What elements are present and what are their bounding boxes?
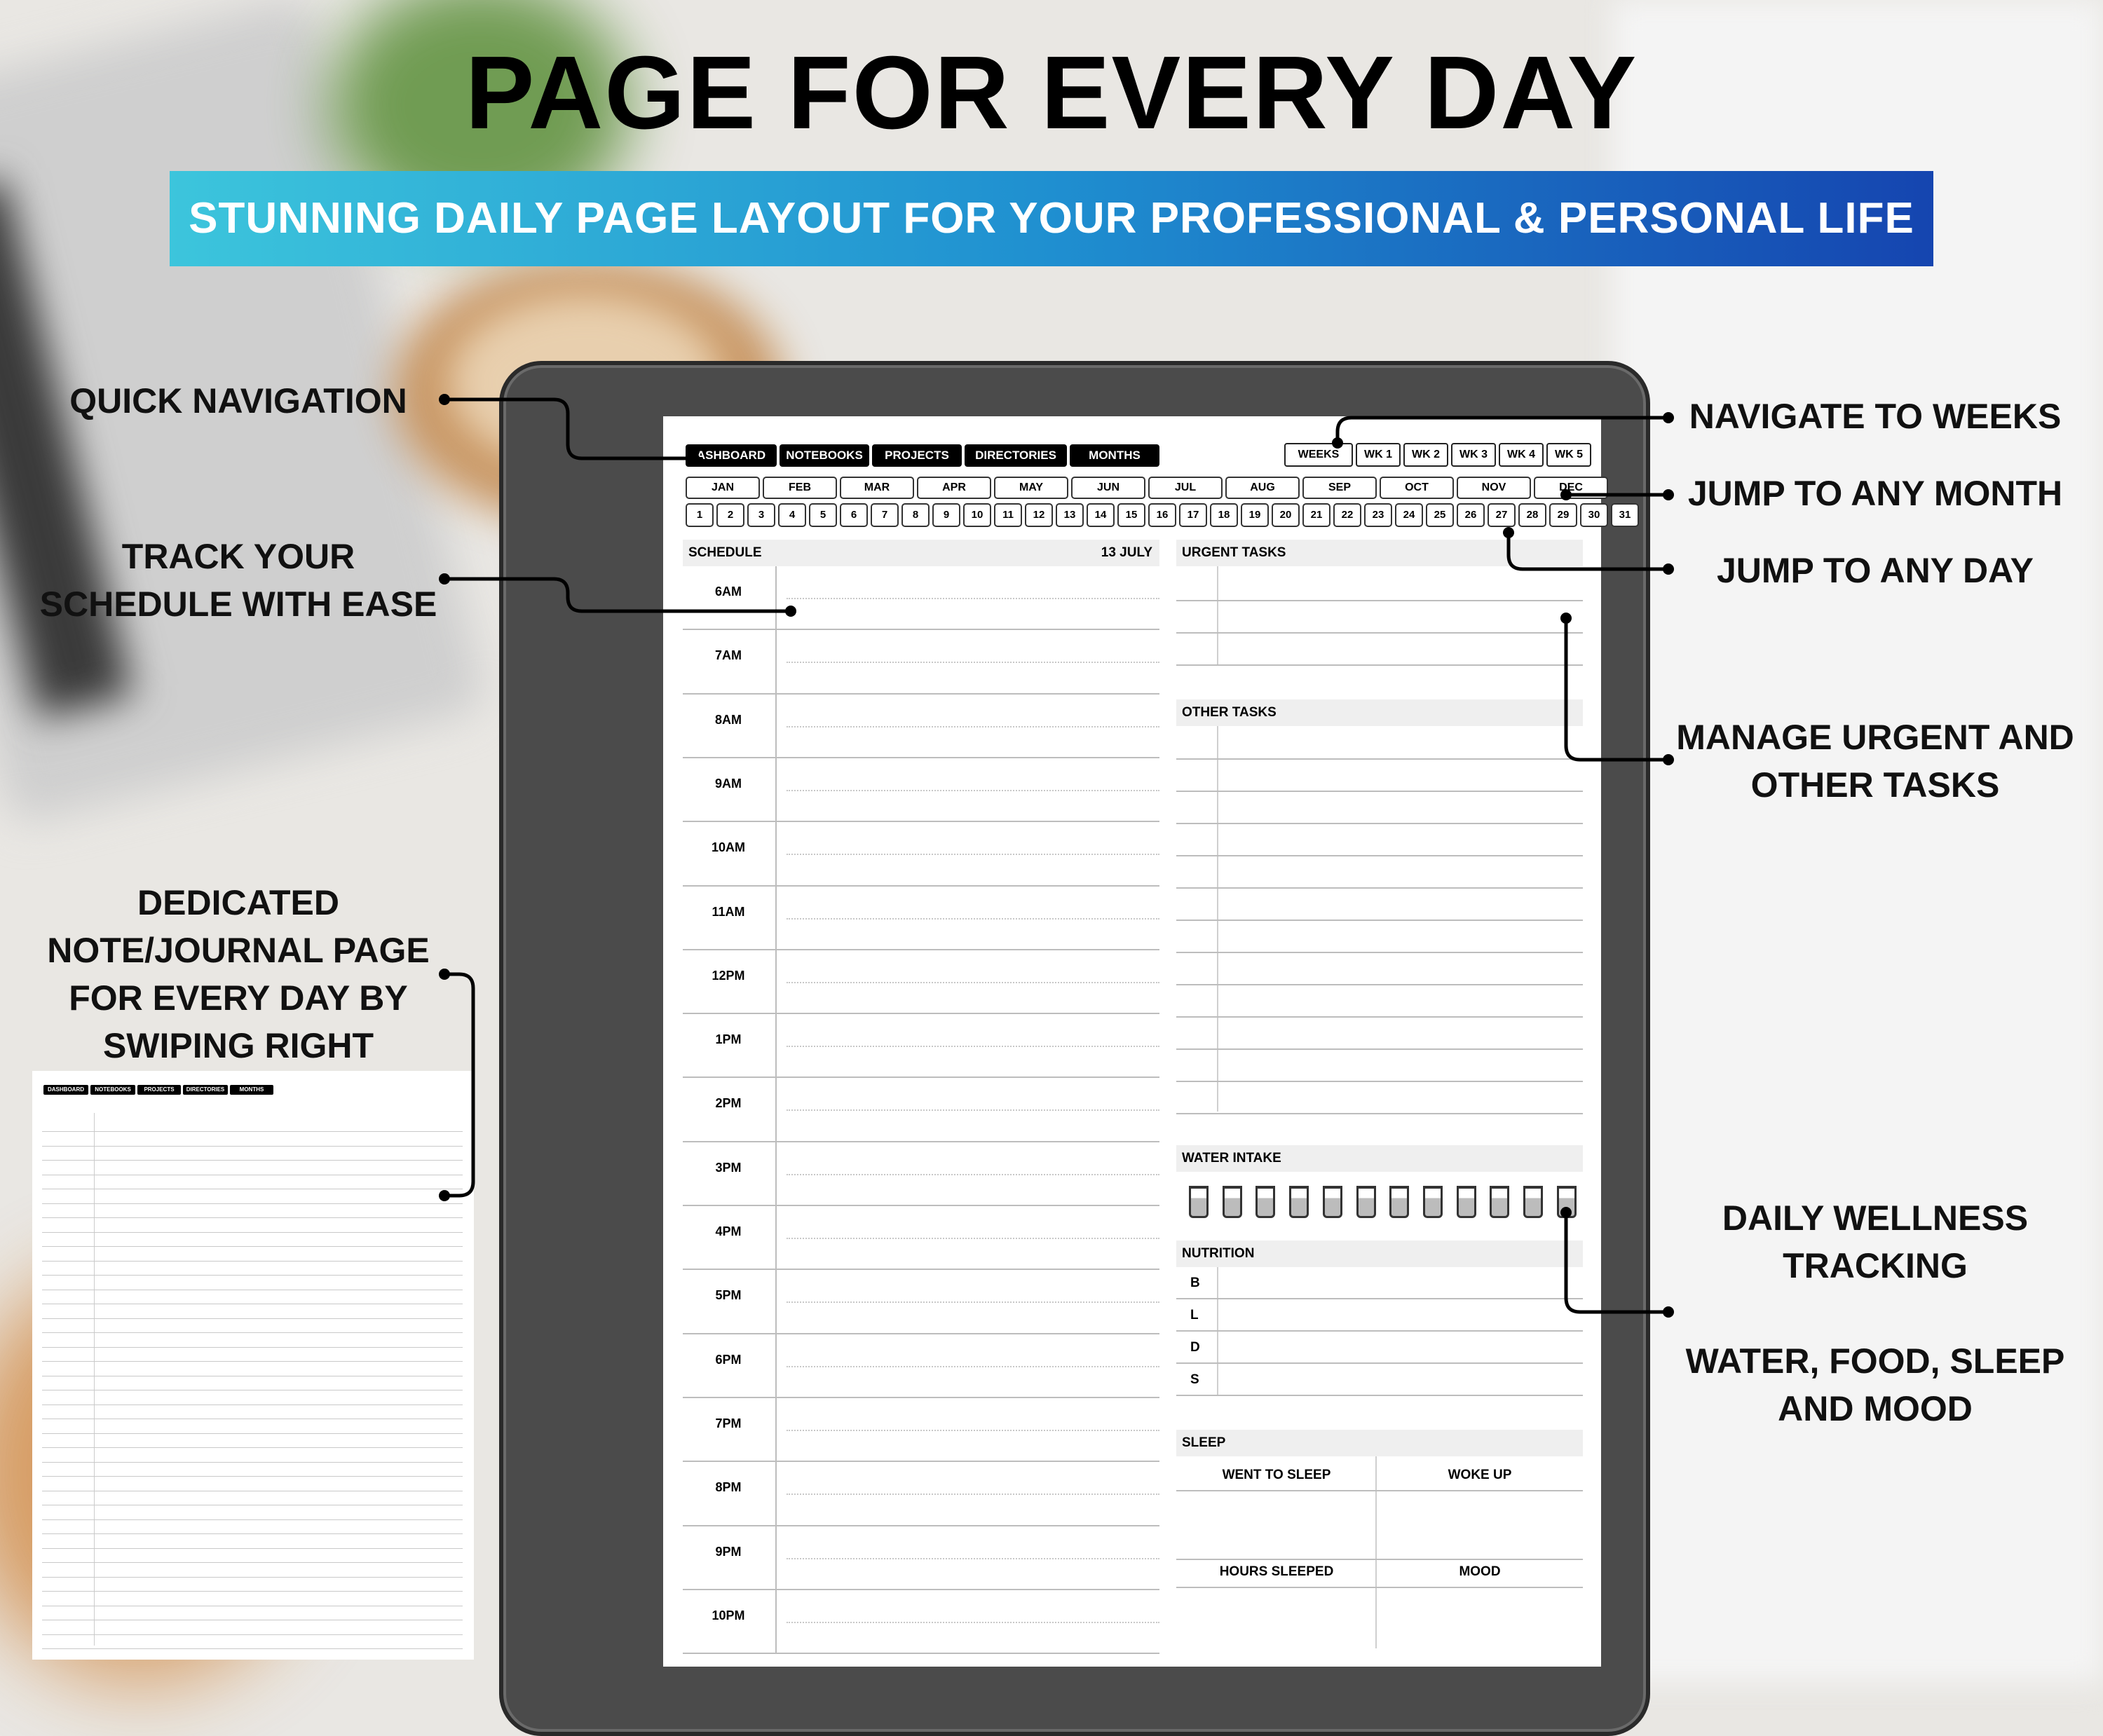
leader-dot [1663,1306,1674,1318]
leader-dot [1663,563,1674,575]
leader-wellness [1564,1212,1668,1314]
leader-dot [439,573,450,585]
leader-dot [1503,527,1514,538]
leader-schedule [444,577,791,613]
leader-dot [1560,489,1572,500]
leader-dot [1332,437,1343,449]
leader-dot [1560,1207,1572,1218]
leader-dot [785,606,796,617]
leader-tasks [1564,618,1668,762]
leader-journal [444,972,475,1198]
leader-dot [1663,489,1674,500]
leader-dot [1560,613,1572,624]
callout-leader-lines [439,394,1674,1318]
leader-weeks [1335,416,1668,443]
leader-dot [1663,754,1674,765]
leader-quick-navigation [444,397,694,460]
leader-dot [439,394,450,405]
leader-dot [1663,412,1674,423]
leader-dot [688,453,700,464]
leader-dot [439,1190,450,1201]
leader-dot [439,969,450,980]
leader-day [1506,533,1668,571]
